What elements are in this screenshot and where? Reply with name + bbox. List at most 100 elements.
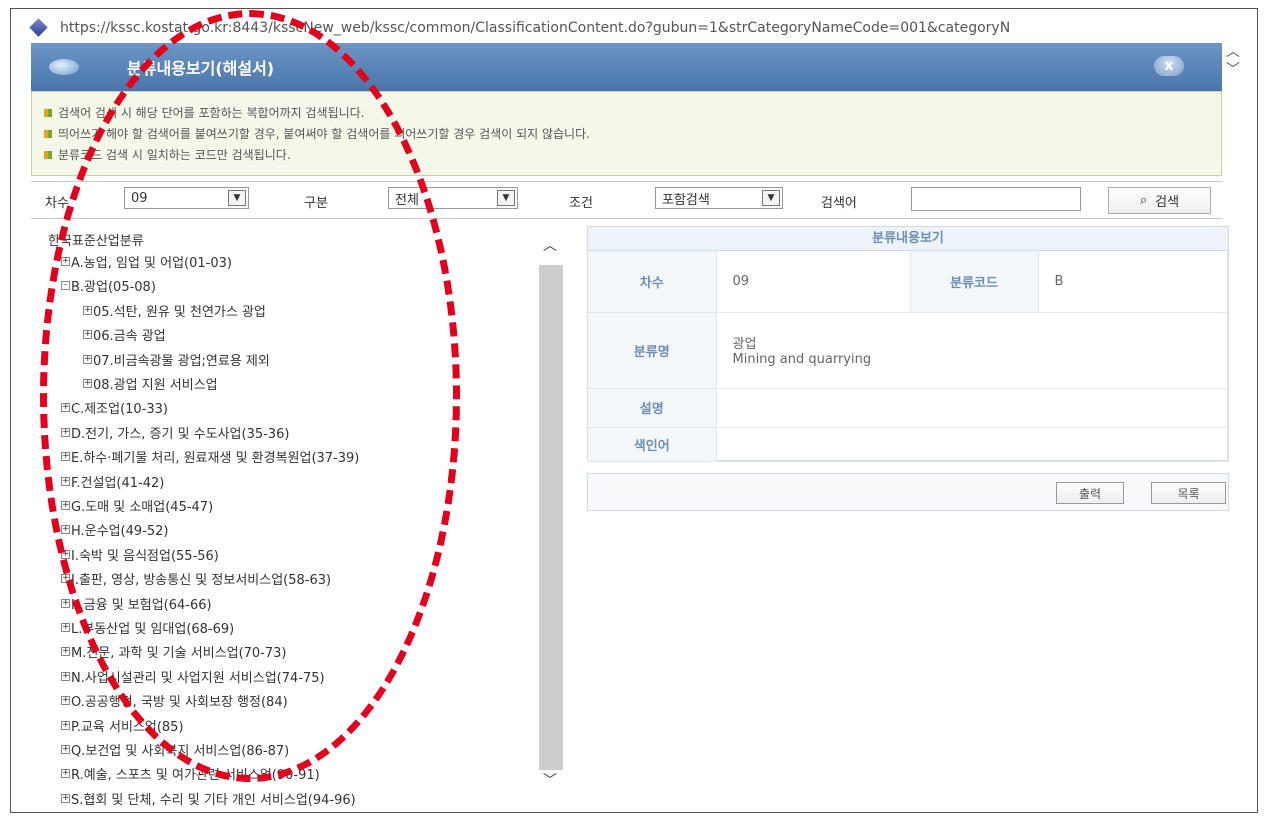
tree-node[interactable]: + N.사업시설관리 및 사업지원 서비스업(74-75) [61,667,325,686]
tree-node-label[interactable]: 08.광업 지원 서비스업 [93,374,218,393]
tree-node-label[interactable]: G.도매 및 소매업(45-47) [71,496,213,515]
index-value [716,427,1228,462]
tree-node-label[interactable]: D.전기, 가스, 증기 및 수도사업(35-36) [71,423,289,442]
tree-node[interactable]: + C.제조업(10-33) [61,398,168,417]
scroll-down-icon[interactable]: ﹀ [1223,61,1243,79]
tree-node[interactable]: + D.전기, 가스, 증기 및 수도사업(35-36) [61,423,289,442]
tree-node[interactable]: + Q.보건업 및 사회복지 서비스업(86-87) [61,740,289,759]
tree-node-label[interactable]: H.운수업(49-52) [71,520,168,539]
tree-node[interactable]: + J.출판, 영상, 방송통신 및 정보서비스업(58-63) [61,569,331,588]
expand-icon[interactable]: + [61,427,70,437]
tree-node[interactable]: + L.부동산업 및 임대업(68-69) [61,618,234,637]
tree-node[interactable]: +05.석탄, 원유 및 천연가스 광업 [83,301,266,320]
expand-icon[interactable]: + [61,696,70,706]
tree-scrollbar[interactable]: ︿ ﹀ [537,235,563,803]
expand-icon[interactable]: + [61,525,70,535]
expand-icon[interactable]: + [83,379,92,388]
name-english: Mining and quarrying [732,352,872,367]
tree-node-label[interactable]: M.전문, 과학 및 기술 서비스업(70-73) [71,642,287,661]
tree-node[interactable]: + G.도매 및 소매업(45-47) [61,496,213,515]
tree-node-label[interactable]: C.제조업(10-33) [71,398,168,417]
scroll-down-icon[interactable]: ﹀ [537,770,563,790]
tree-node-label[interactable]: J.출판, 영상, 방송통신 및 정보서비스업(58-63) [71,569,331,588]
tree-node-label[interactable]: Q.보건업 및 사회복지 서비스업(86-87) [71,740,289,759]
tree-node-label[interactable]: F.건설업(41-42) [71,472,164,491]
tree-node[interactable]: + I.숙박 및 음식점업(55-56) [61,545,219,564]
search-button[interactable]: ⌕ 검색 [1108,187,1211,214]
tree-node[interactable]: + K.금융 및 보험업(64-66) [61,594,212,613]
name-value: 광업 Mining and quarrying [716,312,1228,389]
tree-node-label[interactable]: P.교육 서비스업(85) [71,716,184,735]
tree-node[interactable]: + A.농업, 임업 및 어업(01-03) [61,252,232,271]
expand-icon[interactable]: + [61,647,70,657]
scroll-up-icon[interactable]: ︿ [1223,43,1243,61]
tree-node-label[interactable]: K.금융 및 보험업(64-66) [71,594,212,613]
logo-icon [45,55,85,79]
keyword-input[interactable] [911,187,1081,211]
expand-icon[interactable]: + [61,549,70,559]
expand-icon[interactable]: + [61,720,70,730]
tree-node-label[interactable]: S.협회 및 단체, 수리 및 기타 개인 서비스업(94-96) [71,789,356,806]
tree-node[interactable]: - B.광업(05-08) [61,276,156,295]
expand-icon[interactable]: + [61,452,70,462]
expand-icon[interactable]: + [61,671,70,681]
tree-node[interactable]: + S.협회 및 단체, 수리 및 기타 개인 서비스업(94-96) [61,789,356,806]
tree-node-label[interactable]: A.농업, 임업 및 어업(01-03) [71,252,232,271]
expand-icon[interactable]: + [61,793,70,803]
scrollbar-thumb[interactable] [539,265,563,770]
tree-node-label[interactable]: 06.금속 광업 [93,325,166,344]
collapse-icon[interactable]: - [61,281,70,291]
expand-icon[interactable]: + [61,476,70,486]
tree-node-label[interactable]: E.하수·폐기물 처리, 원료재생 및 환경복원업(37-39) [71,447,359,466]
tree-node-label[interactable]: 05.석탄, 원유 및 천연가스 광업 [93,301,266,320]
tree-node-label[interactable]: I.숙박 및 음식점업(55-56) [71,545,219,564]
tree-node-label[interactable]: O.공공행정, 국방 및 사회보장 행정(84) [71,691,288,710]
tree-node[interactable]: +08.광업 지원 서비스업 [83,374,218,393]
tree-node[interactable]: +07.비금속광물 광업;연료용 제외 [83,350,270,369]
tree-node-label[interactable]: R.예술, 스포츠 및 여가관련 서비스업(90-91) [71,764,320,783]
condition-select[interactable]: 포함검색 ▼ [655,187,783,209]
expand-icon[interactable]: + [61,403,70,413]
chevron-down-icon[interactable]: ▼ [762,190,780,206]
chevron-down-icon[interactable]: ▼ [497,190,515,206]
expand-icon[interactable]: + [83,330,92,340]
detail-panel: 분류내용보기 차수 09 분류코드 B 분류명 광업 Mining and qu… [587,226,1229,462]
expand-icon[interactable]: + [83,354,92,364]
tree-node[interactable]: + M.전문, 과학 및 기술 서비스업(70-73) [61,642,287,661]
print-button[interactable]: 출력 [1056,482,1124,504]
expand-icon[interactable]: + [61,769,70,779]
name-label: 분류명 [588,312,717,389]
expand-icon[interactable]: + [61,501,70,510]
tree-node[interactable]: + F.건설업(41-42) [61,472,164,491]
tree-node[interactable]: + H.운수업(49-52) [61,520,168,539]
tree-root[interactable]: 한국표준산업분류 [48,230,144,249]
window-title-bar: 분류내용보기(해설서) x [31,43,1222,91]
tree-node[interactable]: + P.교육 서비스업(85) [61,716,184,735]
close-button[interactable]: x [1154,56,1184,76]
division-select[interactable]: 전체 ▼ [388,187,518,209]
search-bar: 차수 09 ▼ 구분 전체 ▼ 조건 포함검색 ▼ 검색어 ⌕ 검색 [31,181,1222,219]
tree-node-label[interactable]: 07.비금속광물 광업;연료용 제외 [93,350,270,369]
tree-node[interactable]: + O.공공행정, 국방 및 사회보장 행정(84) [61,691,288,710]
tree-node-label[interactable]: N.사업시설관리 및 사업지원 서비스업(74-75) [71,667,325,686]
tree-node[interactable]: + E.하수·폐기물 처리, 원료재생 및 환경복원업(37-39) [61,447,359,466]
expand-icon[interactable]: + [61,598,70,608]
chevron-down-icon[interactable]: ▼ [228,190,246,206]
expand-icon[interactable]: + [61,574,70,584]
tree-node[interactable]: + R.예술, 스포츠 및 여가관련 서비스업(90-91) [61,764,320,783]
tree-node-label[interactable]: L.부동산업 및 임대업(68-69) [71,618,234,637]
address-bar[interactable]: https://kssc.kostat.go.kr:8443/ksscNew_w… [20,14,1256,42]
degree-value: 09 [716,251,911,313]
tree-node-label[interactable]: B.광업(05-08) [71,276,156,295]
degree-select[interactable]: 09 ▼ [124,187,249,209]
expand-icon[interactable]: + [61,745,70,754]
expand-icon[interactable]: + [61,257,70,266]
url-text[interactable]: https://kssc.kostat.go.kr:8443/ksscNew_w… [60,20,1010,36]
tree-node[interactable]: +06.금속 광업 [83,325,166,344]
code-label: 분류코드 [910,251,1039,313]
expand-icon[interactable]: + [83,305,92,315]
scroll-up-icon[interactable]: ︿ [537,235,563,255]
list-button[interactable]: 목록 [1151,482,1226,504]
window-scrollbar[interactable]: ︿ ﹀ [1223,43,1243,105]
expand-icon[interactable]: + [61,623,70,632]
